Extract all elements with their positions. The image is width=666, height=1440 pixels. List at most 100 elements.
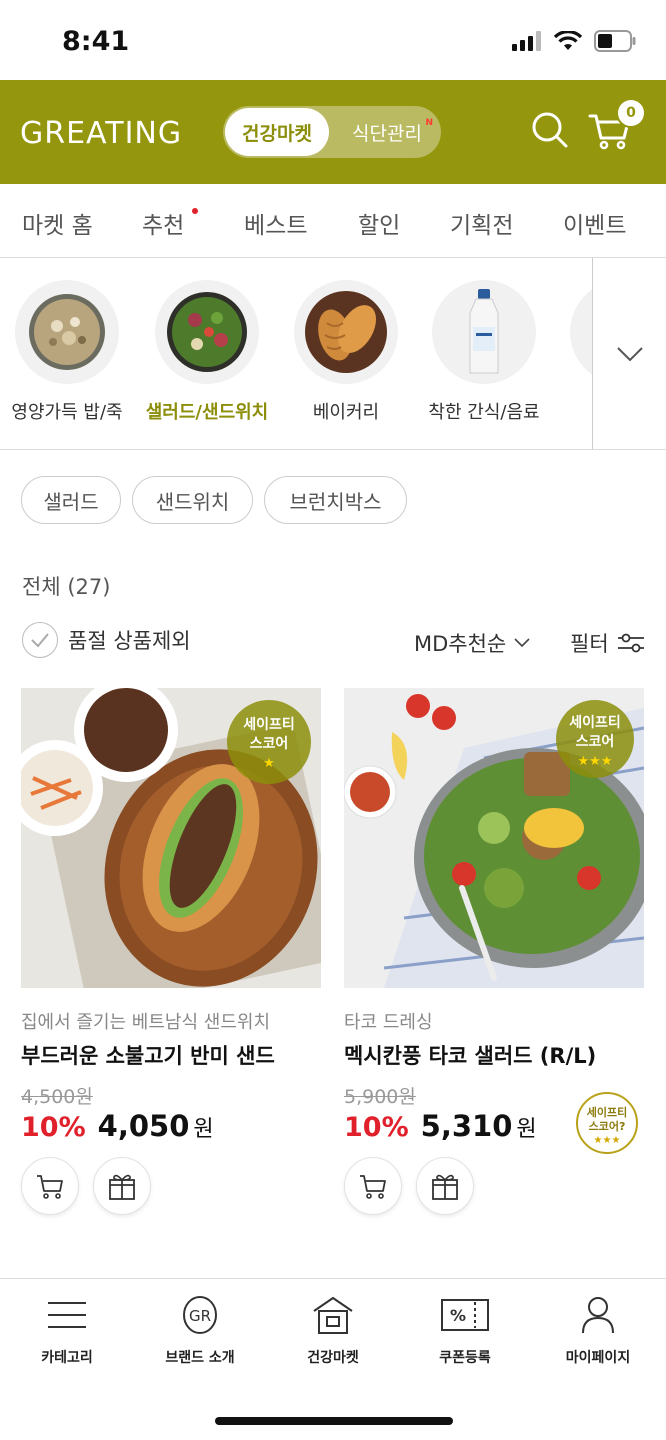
category-rice-porridge[interactable]: 영양가득 밥/죽 (0, 280, 137, 424)
total-count: 전체 (27) (22, 575, 111, 599)
app-header: GREATING 건강마켓 식단관리 N (0, 80, 666, 184)
gift-button[interactable] (416, 1157, 474, 1215)
store-icon (313, 1296, 353, 1334)
bottom-nav-label: 마이페이지 (565, 1350, 631, 1366)
product-image[interactable]: 세이프티 스코어 ★ (21, 688, 321, 988)
cart-icon (37, 1175, 63, 1199)
gift-icon (109, 1174, 135, 1200)
badge-line1: 세이프티 (243, 717, 295, 733)
stamp-line1: 세이프티 (586, 1106, 628, 1119)
tab-exhibition[interactable]: 기획전 (450, 206, 513, 240)
cart-icon (360, 1175, 386, 1199)
checkbox[interactable] (22, 622, 58, 658)
home-indicator (215, 1417, 453, 1425)
exclude-soldout-label: 품절 상품제외 (68, 629, 191, 653)
expand-categories-button[interactable] (592, 258, 666, 449)
mode-switch: 건강마켓 식단관리 N (223, 106, 441, 158)
tab-sale[interactable]: 할인 (358, 206, 400, 240)
bottom-nav-coupon[interactable]: % 쿠폰등록 (405, 1293, 525, 1367)
bottom-nav-label: 건강마켓 (307, 1350, 359, 1366)
brand-logo-icon: GR (183, 1296, 217, 1334)
badge-line1: 세이프티 (569, 715, 621, 731)
product-description: 타코 드레싱 (344, 1012, 433, 1033)
bottom-nav-mypage[interactable]: 마이페이지 (538, 1293, 658, 1367)
signal-icon (512, 31, 541, 51)
bottom-nav-label: 카테고리 (41, 1350, 93, 1366)
gift-icon (432, 1174, 458, 1200)
chevron-down-icon (514, 638, 530, 648)
tab-best[interactable]: 베스트 (244, 206, 307, 240)
category-label: 베이커리 (312, 402, 380, 423)
tab-recommend[interactable]: 추천 (142, 206, 184, 240)
discount-rate: 10% (344, 1112, 409, 1143)
category-carousel: 영양가득 밥/죽 샐러드/샌드위치 베이커리 착한 간식/음료 (0, 258, 666, 450)
product-name[interactable]: 부드러운 소불고기 반미 샌드 (21, 1040, 321, 1070)
new-indicator: N (425, 118, 433, 128)
tab-health-market[interactable]: 건강마켓 (225, 108, 329, 156)
status-bar: 8:41 (0, 0, 666, 80)
category-bakery[interactable]: 베이커리 (276, 280, 416, 424)
tab-market-home[interactable]: 마켓 홈 (22, 206, 93, 240)
search-icon (532, 112, 568, 148)
user-icon (582, 1297, 614, 1334)
bottom-nav-health-market[interactable]: 건강마켓 (273, 1293, 393, 1367)
original-price: 4,500원 (21, 1086, 93, 1108)
status-time: 8:41 (62, 26, 130, 57)
gift-button[interactable] (93, 1157, 151, 1215)
category-image (15, 280, 119, 384)
exclude-soldout-toggle[interactable]: 품절 상품제외 (22, 622, 191, 658)
bottom-nav-label: 쿠폰등록 (439, 1350, 491, 1366)
svg-text:%: % (450, 1306, 466, 1325)
chip-salad[interactable]: 샐러드 (21, 476, 121, 524)
filter-sliders-icon (617, 633, 644, 653)
sort-label: MD추천순 (414, 632, 507, 656)
filter-button[interactable]: 필터 (570, 628, 645, 658)
category-image (432, 280, 536, 384)
filter-label: 필터 (570, 632, 609, 656)
wifi-icon (554, 31, 582, 50)
market-nav-tabs: 마켓 홈 추천 베스트 할인 기획전 이벤트 (0, 184, 666, 258)
recommend-new-dot (192, 208, 198, 214)
product-card[interactable]: 세이프티 스코어 ★ 집에서 즐기는 베트남식 샌드위치 부드러운 소불고기 반… (21, 688, 321, 1215)
chip-brunch-box[interactable]: 브런치박스 (264, 476, 407, 524)
badge-line2: 스코어 (249, 736, 289, 752)
price-unit: 원 (193, 1117, 214, 1142)
bottom-nav-category[interactable]: 카테고리 (7, 1293, 127, 1367)
product-actions (21, 1157, 321, 1215)
add-to-cart-button[interactable] (344, 1157, 402, 1215)
product-name[interactable]: 멕시칸풍 타코 샐러드 (R/L) (344, 1040, 644, 1070)
category-salad-sandwich[interactable]: 샐러드/샌드위치 (137, 280, 277, 424)
category-label: 샐러드/샌드위치 (145, 402, 269, 423)
chip-sandwich[interactable]: 샌드위치 (132, 476, 253, 524)
sale-price: 10% 4,050 원 (21, 1109, 321, 1143)
menu-icon (48, 1302, 86, 1328)
badge-stars: ★ (263, 756, 275, 771)
category-image (294, 280, 398, 384)
add-to-cart-button[interactable] (21, 1157, 79, 1215)
product-actions (344, 1157, 644, 1215)
price-unit: 원 (516, 1117, 537, 1142)
category-snack-drink[interactable]: 착한 간식/음료 (414, 280, 554, 424)
check-icon (31, 633, 49, 648)
status-icons (512, 30, 636, 52)
bottom-nav-label: 브랜드 소개 (165, 1350, 235, 1366)
search-button[interactable] (530, 110, 570, 154)
price-value: 4,050 (97, 1109, 190, 1143)
category-label: 착한 간식/음료 (428, 402, 540, 423)
sort-dropdown[interactable]: MD추천순 (414, 628, 530, 658)
safety-score-info-button[interactable]: 세이프티 스코어? ★★★ (576, 1092, 638, 1154)
tab-event[interactable]: 이벤트 (563, 206, 626, 240)
stamp-line2: 스코어? (588, 1120, 626, 1133)
category-image (155, 280, 259, 384)
safety-score-badge: 세이프티 스코어 ★ (227, 700, 311, 784)
greating-logo[interactable]: GREATING (20, 116, 182, 151)
stamp-stars: ★★★ (593, 1135, 621, 1146)
tab-meal-management-label: 식단관리 (352, 122, 422, 145)
price-value: 5,310 (420, 1109, 513, 1143)
product-image[interactable]: 세이프티 스코어 ★★★ (344, 688, 644, 988)
tab-meal-management[interactable]: 식단관리 (337, 106, 437, 158)
battery-icon (594, 30, 636, 52)
cart-count-badge: 0 (616, 98, 646, 128)
bottom-nav-brand[interactable]: GR 브랜드 소개 (140, 1293, 260, 1367)
badge-line2: 스코어 (575, 734, 615, 750)
